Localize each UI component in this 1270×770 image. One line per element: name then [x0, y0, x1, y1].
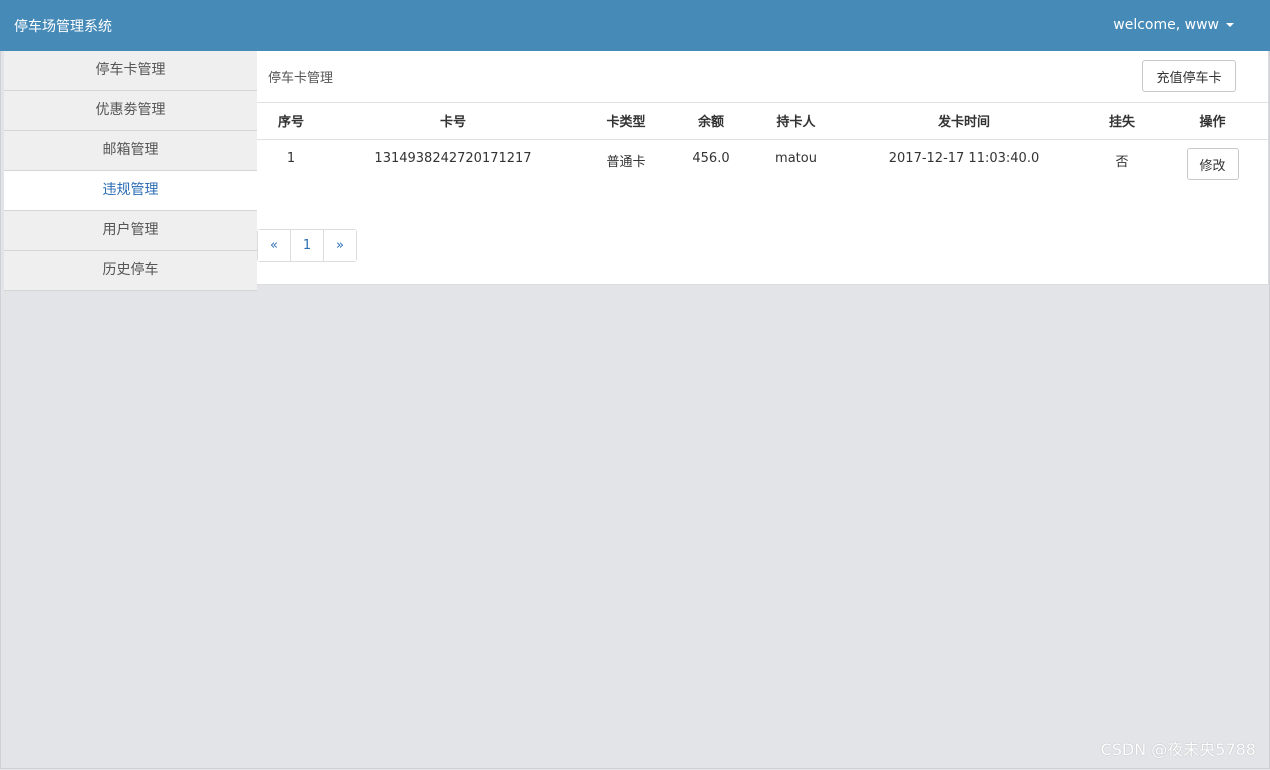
top-navbar: 停车场管理系统 welcome, www [0, 0, 1270, 51]
sidebar-item-label: 优惠劵管理 [95, 102, 166, 118]
cell-card-no: 1314938242720171217 [374, 151, 532, 166]
sidebar-item-label: 用户管理 [102, 222, 159, 238]
cell-balance: 456.0 [692, 151, 730, 166]
caret-down-icon [1226, 23, 1234, 27]
cell-issue-time: 2017-12-17 11:03:40.0 [888, 151, 1040, 166]
sidebar-item-label: 邮箱管理 [102, 142, 159, 158]
cell-index: 1 [286, 151, 296, 166]
edit-button[interactable]: 修改 [1186, 148, 1239, 180]
cell-lost: 否 [1115, 155, 1129, 170]
sidebar: 停车卡管理 优惠劵管理 邮箱管理 违规管理 用户管理 历史停车 [4, 51, 257, 291]
column-header-balance: 余额 [671, 102, 751, 140]
watermark: CSDN @夜未央5788 [1100, 740, 1256, 759]
panel-header: 停车卡管理 充值停车卡 [257, 51, 1268, 103]
sidebar-item-parking-history[interactable]: 历史停车 [4, 251, 257, 291]
user-menu[interactable]: welcome, www [1113, 17, 1234, 33]
column-header-issue-time: 发卡时间 [841, 102, 1087, 140]
user-menu-label: welcome, www [1113, 17, 1219, 33]
content-panel: 停车卡管理 充值停车卡 序号 卡号 卡类型 余额 持卡人 发卡时间 挂失 操作 … [257, 51, 1269, 285]
pagination-prev[interactable]: « [258, 230, 291, 261]
table-header-row: 序号 卡号 卡类型 余额 持卡人 发卡时间 挂失 操作 [257, 102, 1268, 140]
column-header-action: 操作 [1157, 102, 1268, 140]
column-header-index: 序号 [257, 102, 325, 140]
sidebar-item-parking-cards[interactable]: 停车卡管理 [4, 51, 257, 91]
pagination: « 1 » [257, 229, 357, 262]
sidebar-item-coupons[interactable]: 优惠劵管理 [4, 91, 257, 131]
column-header-holder: 持卡人 [751, 102, 841, 140]
column-header-card-no: 卡号 [325, 102, 581, 140]
sidebar-item-mailbox[interactable]: 邮箱管理 [4, 131, 257, 171]
sidebar-item-label: 违规管理 [102, 182, 159, 198]
sidebar-item-label: 历史停车 [102, 262, 159, 278]
sidebar-item-violations[interactable]: 违规管理 [4, 171, 257, 211]
table-row: 1 1314938242720171217 普通卡 456.0 matou 20… [257, 140, 1268, 194]
pagination-next[interactable]: » [324, 230, 356, 261]
sidebar-item-label: 停车卡管理 [95, 62, 166, 78]
cell-holder: matou [775, 151, 817, 166]
page-title: 停车卡管理 [268, 71, 334, 86]
column-header-card-type: 卡类型 [581, 102, 671, 140]
recharge-card-button[interactable]: 充值停车卡 [1142, 60, 1236, 92]
column-header-lost: 挂失 [1087, 102, 1157, 140]
cell-action: 修改 [1157, 140, 1268, 194]
app-brand[interactable]: 停车场管理系统 [14, 16, 112, 36]
sidebar-item-users[interactable]: 用户管理 [4, 211, 257, 251]
pagination-page-1[interactable]: 1 [291, 230, 324, 261]
cell-card-type: 普通卡 [606, 155, 646, 170]
parking-card-table: 序号 卡号 卡类型 余额 持卡人 发卡时间 挂失 操作 1 1314938242… [257, 102, 1268, 193]
